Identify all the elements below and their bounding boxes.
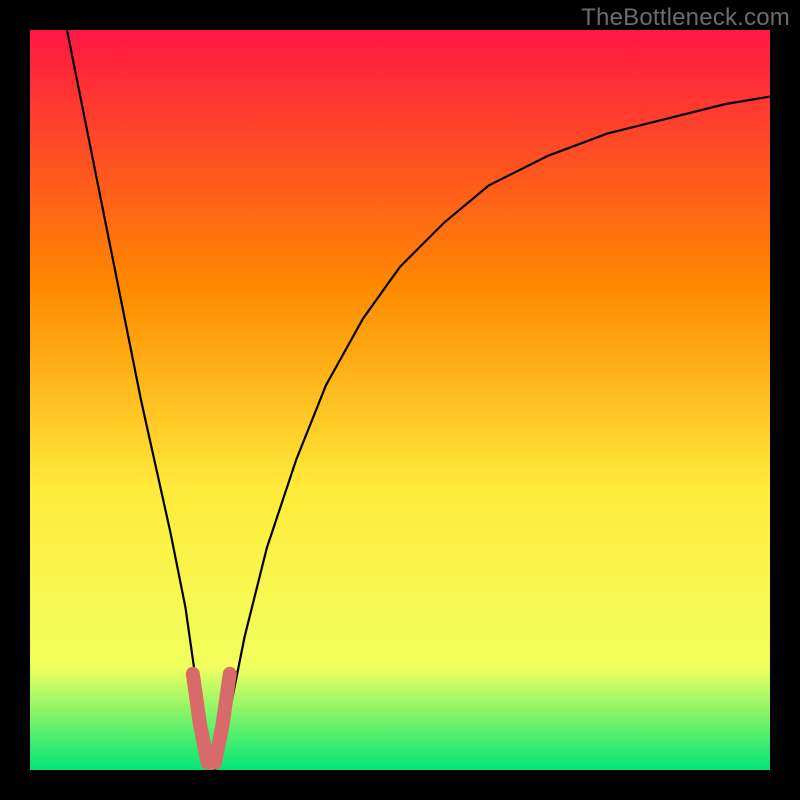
watermark-text: TheBottleneck.com: [581, 4, 790, 32]
bottleneck-chart: [0, 0, 800, 800]
chart-stage: TheBottleneck.com: [0, 0, 800, 800]
